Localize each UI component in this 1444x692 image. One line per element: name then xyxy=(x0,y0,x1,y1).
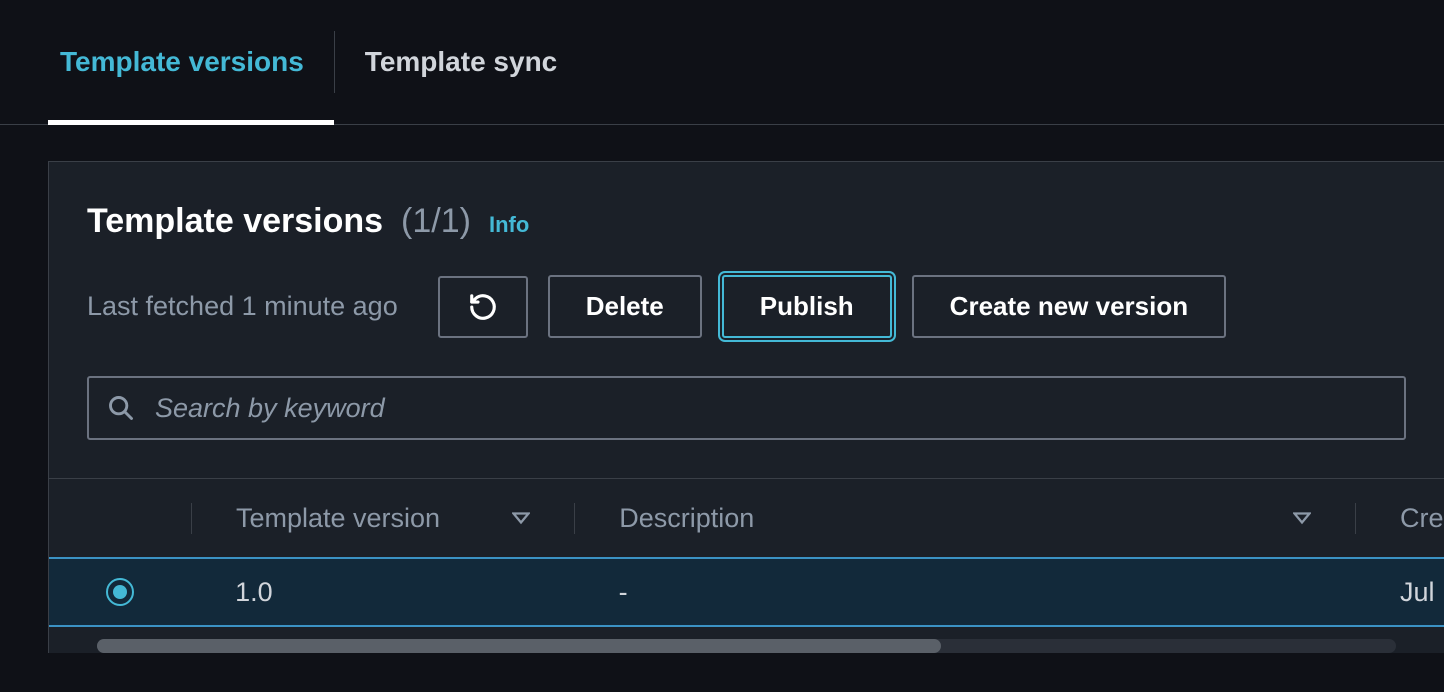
scrollbar-thumb[interactable] xyxy=(97,639,941,653)
search-input[interactable] xyxy=(135,393,1386,424)
tabs-bar: Template versions Template sync xyxy=(0,0,1444,125)
column-header-description-label: Description xyxy=(619,503,754,534)
column-header-description[interactable]: Description xyxy=(574,503,1355,534)
column-header-version[interactable]: Template version xyxy=(191,503,574,534)
action-row: Last fetched 1 minute ago Delete Publish… xyxy=(49,275,1444,338)
versions-table: Template version Description Cre xyxy=(49,478,1444,627)
create-new-version-button[interactable]: Create new version xyxy=(912,275,1226,338)
row-radio[interactable] xyxy=(106,578,134,606)
column-header-created[interactable]: Cre xyxy=(1355,503,1444,534)
radio-dot-icon xyxy=(113,585,127,599)
panel-container: Template versions (1/1) Info Last fetche… xyxy=(0,125,1444,653)
row-select-cell xyxy=(49,578,191,606)
panel-title: Template versions xyxy=(87,202,383,241)
sort-icon xyxy=(512,509,530,527)
row-description-cell: - xyxy=(575,577,1356,608)
search-container xyxy=(87,376,1406,440)
row-created-cell: Jul xyxy=(1356,577,1444,608)
search-icon xyxy=(107,394,135,422)
column-header-version-label: Template version xyxy=(236,503,440,534)
publish-button[interactable]: Publish xyxy=(722,275,892,338)
sort-icon xyxy=(1293,509,1311,527)
template-versions-panel: Template versions (1/1) Info Last fetche… xyxy=(48,161,1444,653)
last-fetched-text: Last fetched 1 minute ago xyxy=(87,291,398,322)
table-row[interactable]: 1.0 - Jul xyxy=(49,557,1444,627)
tab-template-sync[interactable]: Template sync xyxy=(335,0,587,125)
table-header-row: Template version Description Cre xyxy=(49,479,1444,557)
horizontal-scrollbar[interactable] xyxy=(97,639,1396,653)
tab-template-versions[interactable]: Template versions xyxy=(48,0,334,125)
info-link[interactable]: Info xyxy=(489,212,529,238)
panel-count: (1/1) xyxy=(401,202,471,241)
column-header-created-label: Cre xyxy=(1400,503,1444,534)
panel-header: Template versions (1/1) Info xyxy=(49,202,1444,241)
delete-button[interactable]: Delete xyxy=(548,275,702,338)
row-version-cell: 1.0 xyxy=(191,577,575,608)
refresh-button[interactable] xyxy=(438,276,528,338)
refresh-icon xyxy=(468,292,498,322)
